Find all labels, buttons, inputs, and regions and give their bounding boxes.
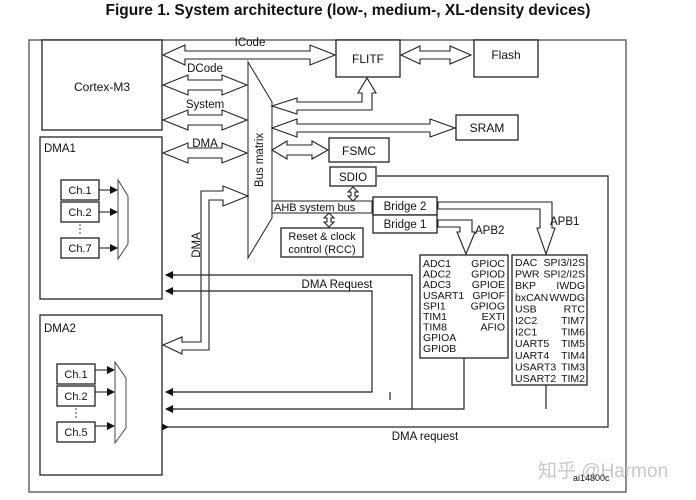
apb1-peripheral-usart2: USART2 [515, 373, 556, 385]
dma1-block: DMA1 Ch.1 Ch.2 Ch.7 [39, 136, 163, 300]
dma2-label: DMA2 [44, 323, 76, 335]
apb1-peripheral-uart4: UART4 [515, 350, 549, 362]
system-label: System [186, 99, 224, 111]
apb1-peripheral-tim4: TIM4 [561, 350, 585, 362]
apb1-label: APB1 [550, 216, 579, 228]
sdio-block: SDIO [329, 166, 377, 187]
busmatrix-flitf-bus [270, 76, 377, 115]
dma1-channel-7: Ch.7 [60, 237, 100, 259]
dma2-channel-1: Ch.1 [56, 363, 96, 385]
apb1-peripheral-spi2-i2s: SPI2/I2S [544, 269, 585, 281]
apb1-peripheral-usb: USB [515, 303, 537, 315]
rcc-block: Reset & clock control (RCC) [280, 227, 364, 258]
dma1-label: DMA1 [44, 143, 76, 155]
apb2-peripheral-afio: AFIO [480, 322, 505, 334]
svg-text:Ch.1: Ch.1 [68, 185, 91, 197]
apb1-peripheral-i2c2: I2C2 [515, 315, 537, 327]
apb1-peripheral-iwdg: IWDG [556, 280, 585, 292]
dma-bus: DMA [161, 138, 249, 164]
sram-block: SRAM [455, 114, 519, 141]
apb1-peripheral-bxcan: bxCAN [515, 292, 548, 304]
apb1-peripheral-pwr: PWR [515, 269, 540, 281]
dma-request-upper-label: DMA Request [302, 279, 374, 291]
dma-request-lower-label: DMA request [392, 431, 459, 443]
fsmc-label: FSMC [342, 144, 376, 158]
fsmc-block: FSMC [328, 137, 390, 163]
icode-bus: ICode [161, 37, 337, 66]
bridge1-block: Bridge 1 [372, 214, 438, 234]
svg-text:Ch.2: Ch.2 [64, 391, 87, 403]
dma-label: DMA [192, 138, 218, 150]
dma-vertical-label: DMA [191, 232, 203, 258]
sram-label: SRAM [470, 121, 505, 135]
bus-matrix: Bus matrix [247, 60, 273, 260]
dma2-block: DMA2 Ch.1 Ch.2 Ch.5 [39, 314, 163, 476]
apb1-peripheral-i2c1: I2C1 [515, 327, 537, 339]
sdio-label: SDIO [339, 172, 367, 184]
bus-matrix-label: Bus matrix [254, 133, 266, 188]
cortex-m3-label: Cortex-M3 [74, 80, 130, 94]
svg-text:Ch.1: Ch.1 [64, 369, 87, 381]
bridge1-label: Bridge 1 [384, 219, 427, 231]
apb1-peripheral-spi3-i2s: SPI3/I2S [544, 257, 585, 269]
flitf-label: FLITF [352, 52, 384, 66]
rcc-label-line2: control (RCC) [288, 244, 355, 256]
svg-text:Ch.5: Ch.5 [64, 427, 87, 439]
apb1-peripheral-tim2: TIM2 [561, 373, 585, 385]
dma2-channel-5: Ch.5 [56, 421, 96, 443]
apb1-peripheral-usart3: USART3 [515, 361, 556, 373]
icode-label: ICode [235, 37, 266, 49]
figure-id: ai14800c [573, 473, 610, 483]
apb1-peripheral-tim6: TIM6 [561, 327, 585, 339]
apb1-peripheral-tim5: TIM5 [561, 338, 585, 350]
flitf-flash-bus [399, 45, 473, 65]
apb1-peripheral-tim7: TIM7 [561, 315, 585, 327]
flash-label: Flash [491, 48, 520, 62]
busmatrix-fsmc-bus [270, 140, 330, 160]
apb2-peripheral-gpiob: GPIOB [423, 343, 456, 355]
svg-text:Ch.7: Ch.7 [68, 243, 91, 255]
apb1-peripheral-wwdg: WWDG [549, 292, 585, 304]
bridge2-label: Bridge 2 [384, 201, 427, 213]
sdio-ahb-link [346, 186, 360, 202]
apb2-peripherals-box: ADC1ADC2ADC3USART1SPI1TIM1TIM8GPIOAGPIOB… [419, 254, 509, 359]
apb1-peripherals-box: DACPWRBKPbxCANUSBI2C2I2C1UART5UART4USART… [511, 254, 588, 386]
bridge2-block: Bridge 2 [372, 196, 438, 216]
architecture-diagram: Cortex-M3 ICode DCode System DMA Bus mat… [28, 37, 668, 493]
system-bus: System [161, 99, 249, 131]
ahb-label: AHB system bus [274, 202, 356, 214]
flitf-block: FLITF [335, 39, 401, 78]
dma-vertical-bus: DMA [161, 185, 250, 355]
apb1-peripheral-tim3: TIM3 [561, 361, 585, 373]
apb1-peripheral-dac: DAC [515, 257, 538, 269]
apb2-label: APB2 [475, 225, 504, 237]
ahb-rcc-link [322, 212, 336, 228]
apb1-bus: APB1 [437, 201, 579, 256]
dma1-channel-1: Ch.1 [60, 179, 100, 201]
dcode-bus: DCode [161, 63, 249, 96]
rcc-label-line1: Reset & clock [288, 231, 356, 243]
busmatrix-sram-bus [270, 118, 457, 138]
svg-text:Ch.2: Ch.2 [68, 207, 91, 219]
cortex-m3-block: Cortex-M3 [41, 39, 163, 131]
apb1-peripheral-bkp: BKP [515, 280, 536, 292]
dma2-channel-2: Ch.2 [56, 385, 96, 407]
apb1-peripheral-uart5: UART5 [515, 338, 549, 350]
dcode-label: DCode [187, 63, 223, 75]
apb2-bus: APB2 [437, 219, 504, 256]
flash-block: Flash [473, 39, 539, 78]
ahb-system-bus: AHB system bus [271, 200, 373, 214]
apb1-peripheral-rtc: RTC [564, 303, 586, 315]
dma1-channel-2: Ch.2 [60, 201, 100, 223]
